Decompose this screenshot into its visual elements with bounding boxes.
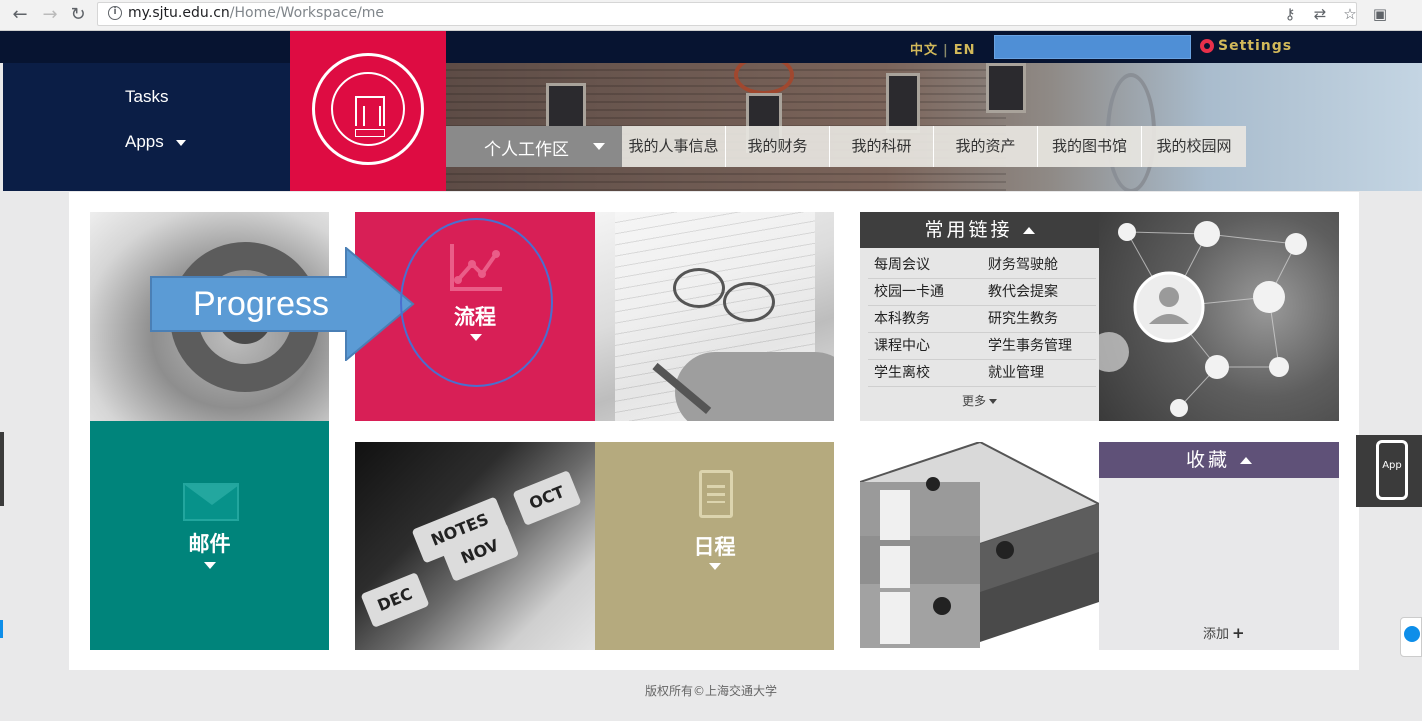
language-switch: 中文 | EN xyxy=(910,39,976,58)
phone-icon: App xyxy=(1376,440,1408,500)
left-edge-tab xyxy=(0,432,4,506)
tab-library[interactable]: 我的图书馆 xyxy=(1038,126,1142,167)
link-student-leave[interactable]: 学生离校 xyxy=(868,360,982,387)
bookmark-star-icon[interactable]: ☆ xyxy=(1340,4,1360,24)
app-label: App xyxy=(1382,460,1402,471)
back-icon[interactable]: ← xyxy=(8,3,32,27)
favorites-panel: 收藏 添加 + xyxy=(1099,442,1339,650)
reload-icon[interactable]: ↻ xyxy=(66,3,90,27)
favorites-header[interactable]: 收藏 xyxy=(1099,442,1339,478)
forward-icon[interactable]: → xyxy=(38,3,62,27)
link-employment[interactable]: 就业管理 xyxy=(982,360,1096,387)
dec-tab-label: DEC xyxy=(360,572,430,628)
mail-label: 邮件 xyxy=(188,532,231,556)
tab-campus-network[interactable]: 我的校园网 xyxy=(1142,126,1246,167)
url-text: my.sjtu.edu.cn/Home/Workspace/me xyxy=(128,5,384,21)
documents-photo-tile xyxy=(595,212,834,421)
favorites-title: 收藏 xyxy=(1185,449,1230,471)
footer-copyright: 版权所有©上海交通大学 xyxy=(644,684,777,698)
link-campus-card[interactable]: 校园一卡通 xyxy=(868,279,982,306)
left-edge-marker xyxy=(0,620,3,638)
logo-seal xyxy=(312,53,424,165)
link-course-center[interactable]: 课程中心 xyxy=(868,333,982,360)
workspace-label: 个人工作区 xyxy=(484,140,569,160)
common-links-header[interactable]: 常用链接 xyxy=(860,212,1099,248)
search-input[interactable] xyxy=(994,35,1191,59)
link-undergrad-affairs[interactable]: 本科教务 xyxy=(868,306,982,333)
link-staff-proposal[interactable]: 教代会提案 xyxy=(982,279,1096,306)
more-label: 更多 xyxy=(961,394,986,408)
link-weekly-meeting[interactable]: 每周会议 xyxy=(868,252,982,279)
network-photo-tile xyxy=(1099,212,1339,421)
lang-zh-link[interactable]: 中文 xyxy=(910,43,938,58)
chevron-down-icon xyxy=(204,562,216,569)
app-download-widget[interactable]: App xyxy=(1356,435,1422,507)
apps-menu[interactable]: Apps xyxy=(125,132,186,152)
url-path: /Home/Workspace/me xyxy=(229,5,385,21)
mail-tile[interactable]: 邮件 xyxy=(90,421,329,650)
highlight-circle-annotation xyxy=(400,218,553,387)
plus-icon: + xyxy=(1232,624,1245,642)
url-host: my.sjtu.edu.cn xyxy=(128,5,230,21)
gear-icon xyxy=(1200,39,1214,53)
translate-icon[interactable]: ⇄ xyxy=(1310,4,1330,24)
chevron-down-icon xyxy=(709,563,721,570)
calendar-photo-tile: NOTES NOV OCT DEC xyxy=(355,442,595,650)
settings-label: Settings xyxy=(1218,38,1293,54)
link-student-affairs[interactable]: 学生事务管理 xyxy=(982,333,1096,360)
add-favorite-button[interactable]: 添加 + xyxy=(1203,623,1245,642)
oct-tab-label: OCT xyxy=(512,470,582,526)
chevron-up-icon xyxy=(1022,227,1035,234)
site-info-icon[interactable]: i xyxy=(108,6,122,20)
remote-support-icon[interactable] xyxy=(1400,617,1422,657)
university-logo[interactable] xyxy=(290,31,446,191)
more-links-button[interactable]: 更多 xyxy=(860,392,1099,409)
common-links-panel: 常用链接 每周会议 财务驾驶舱 校园一卡通 教代会提案 本科教务 研究生教务 课… xyxy=(860,212,1099,421)
address-bar[interactable]: i my.sjtu.edu.cn/Home/Workspace/me xyxy=(97,2,1357,26)
lang-en-link[interactable]: EN xyxy=(954,43,976,58)
add-label: 添加 xyxy=(1203,627,1230,642)
link-grad-affairs[interactable]: 研究生教务 xyxy=(982,306,1096,333)
extension-icon[interactable]: ▣ xyxy=(1370,4,1390,24)
settings-link[interactable]: Settings xyxy=(1200,38,1292,54)
key-icon[interactable]: ⚷ xyxy=(1280,4,1300,24)
tab-finance[interactable]: 我的财务 xyxy=(726,126,830,167)
tab-hr-info[interactable]: 我的人事信息 xyxy=(622,126,726,167)
schedule-label: 日程 xyxy=(693,535,736,559)
chevron-down-icon xyxy=(175,139,186,146)
progress-arrow-label: Progress xyxy=(193,285,330,323)
common-links-title: 常用链接 xyxy=(924,219,1013,241)
apps-label: Apps xyxy=(125,132,164,151)
chevron-down-icon xyxy=(593,143,605,150)
tasks-link[interactable]: Tasks xyxy=(125,87,168,107)
left-nav-panel: Tasks Apps xyxy=(3,63,290,191)
browser-toolbar: ← → ↻ i my.sjtu.edu.cn/Home/Workspace/me… xyxy=(0,0,1422,31)
workspace-dropdown[interactable]: 个人工作区 xyxy=(446,126,622,167)
link-finance-cockpit[interactable]: 财务驾驶舱 xyxy=(982,252,1096,279)
tab-assets[interactable]: 我的资产 xyxy=(934,126,1038,167)
schedule-tile[interactable]: 日程 xyxy=(595,442,834,650)
chevron-down-icon xyxy=(989,399,997,404)
lang-separator: | xyxy=(943,43,949,58)
binders-photo-tile xyxy=(860,442,1099,650)
workspace-tabs: 我的人事信息 我的财务 我的科研 我的资产 我的图书馆 我的校园网 xyxy=(622,126,1246,167)
chevron-up-icon xyxy=(1240,457,1252,464)
tab-research[interactable]: 我的科研 xyxy=(830,126,934,167)
notepad-icon xyxy=(699,470,733,518)
